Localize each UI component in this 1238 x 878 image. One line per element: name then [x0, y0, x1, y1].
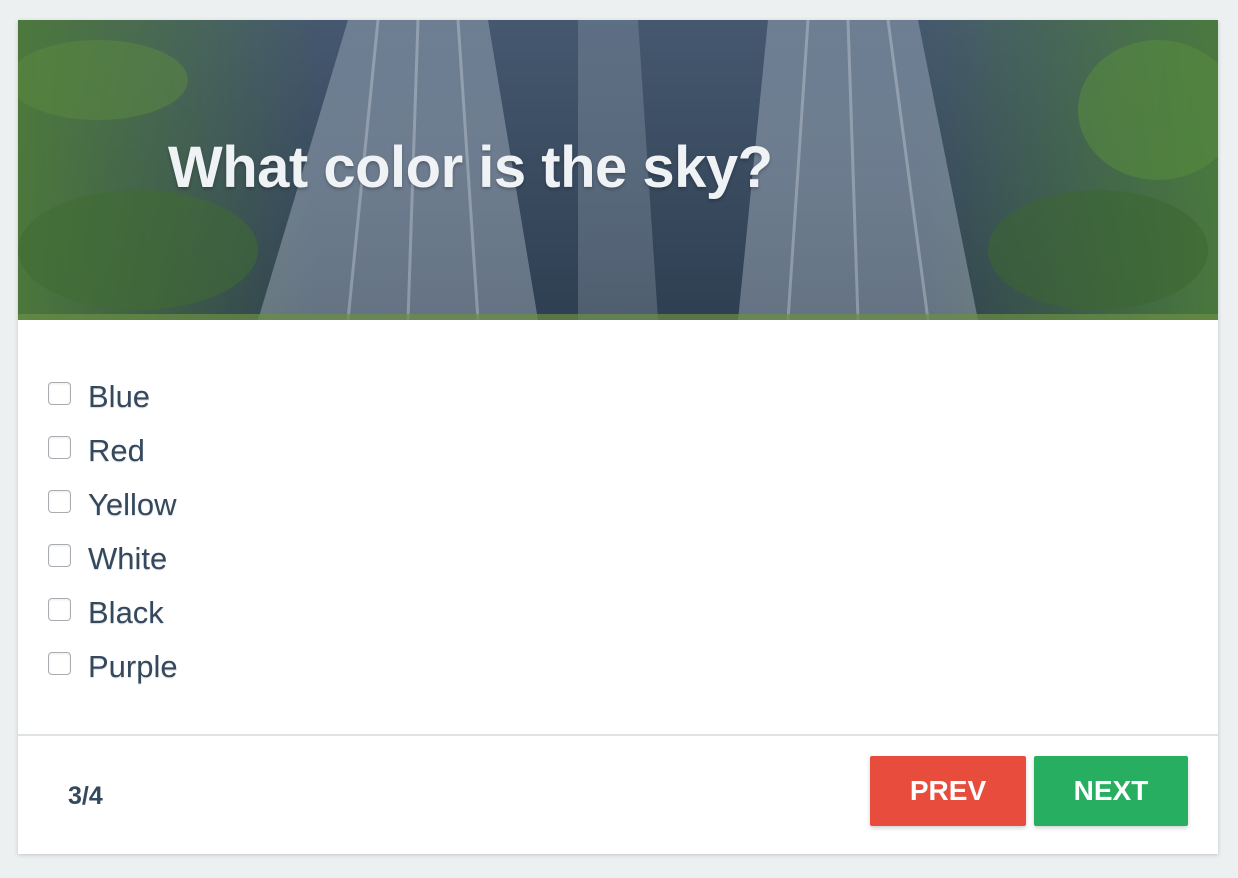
question-title: What color is the sky?	[168, 135, 773, 200]
option-red[interactable]: Red	[48, 424, 178, 478]
progress-indicator: 3/4	[68, 782, 103, 810]
option-label: Black	[88, 595, 164, 630]
checkbox-white[interactable]	[48, 543, 71, 567]
option-label: Blue	[88, 379, 151, 414]
option-white[interactable]: White	[48, 532, 178, 586]
option-label: Yellow	[88, 487, 177, 522]
option-label: Red	[88, 433, 145, 468]
checkbox-red[interactable]	[48, 435, 71, 459]
checkbox-black[interactable]	[48, 597, 71, 621]
quiz-card: What color is the sky? Blue Red Yellow W…	[18, 20, 1218, 854]
option-label: Purple	[88, 649, 178, 684]
checkbox-blue[interactable]	[48, 381, 71, 405]
answer-options-list: Blue Red Yellow White Black Purple	[48, 370, 178, 694]
option-purple[interactable]: Purple	[48, 640, 178, 694]
prev-button[interactable]: PREV	[870, 756, 1026, 826]
option-yellow[interactable]: Yellow	[48, 478, 178, 532]
next-button[interactable]: NEXT	[1034, 756, 1188, 826]
option-black[interactable]: Black	[48, 586, 178, 640]
option-blue[interactable]: Blue	[48, 370, 178, 424]
option-label: White	[88, 541, 168, 576]
question-header: What color is the sky?	[18, 20, 1218, 320]
checkbox-yellow[interactable]	[48, 489, 71, 513]
checkbox-purple[interactable]	[48, 651, 71, 675]
quiz-footer: 3/4 PREV NEXT	[18, 734, 1218, 856]
